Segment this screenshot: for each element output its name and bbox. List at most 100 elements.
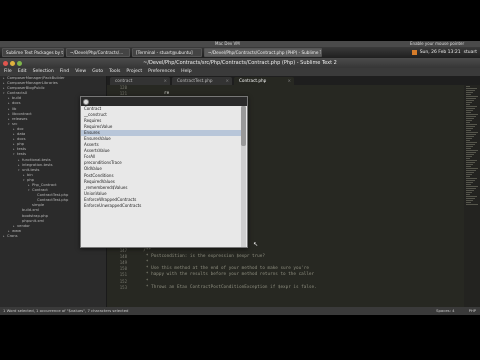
minimap-line <box>466 86 470 87</box>
minimap-line <box>466 174 472 175</box>
menu-file[interactable]: File <box>4 68 12 76</box>
syntax-mode[interactable]: PHP <box>469 307 476 315</box>
sidebar-tree-label: simple <box>32 203 45 208</box>
sidebar-tree-label: doc <box>17 126 24 131</box>
minimap-line <box>466 192 472 193</box>
sidebar-tree-label: vendor <box>17 223 30 228</box>
minimap-line <box>466 188 476 189</box>
minimap-line <box>466 136 474 137</box>
sidebar-tree-label: bootstrap.php <box>22 213 48 218</box>
close-icon[interactable]: × <box>163 77 167 85</box>
sidebar-tree-label: docs <box>12 101 21 106</box>
sidebar-tree-label: integration-tests <box>22 162 53 167</box>
minimap-line <box>466 150 478 151</box>
close-icon[interactable]: × <box>287 77 291 85</box>
sidebar-tree-label: tests <box>17 152 27 157</box>
tab-label: Contract.php <box>239 78 267 83</box>
minimap-line <box>466 202 471 203</box>
sidebar-tree-label: bin <box>27 172 33 177</box>
menu-project[interactable]: Project <box>126 68 142 76</box>
minimap-line <box>466 134 476 135</box>
minimap-line <box>466 190 474 191</box>
sidebar-tree-label: php <box>17 142 25 147</box>
minimap-line <box>466 194 470 195</box>
task-button-sublime[interactable]: ~/Devel/Php/Contracts/Contract.php (PHP)… <box>204 48 322 57</box>
minimap[interactable] <box>464 85 480 307</box>
menu-find[interactable]: Find <box>60 68 69 76</box>
sidebar-tree-label: ComposerBlogPublic <box>7 86 45 91</box>
minimap-line <box>466 98 476 99</box>
tray-icon[interactable] <box>411 50 417 55</box>
sidebar-tree-label: build <box>12 96 22 101</box>
sidebar-tree-label: ContractsX <box>7 91 28 96</box>
minimap-line <box>466 102 472 103</box>
minimap-line <box>466 200 473 201</box>
minimap-line <box>466 110 473 111</box>
minimap-line <box>466 166 471 167</box>
mouse-pointer-icon: ↖ <box>253 241 259 248</box>
minimap-line <box>466 152 476 153</box>
autocomplete-header <box>81 97 247 106</box>
minimap-line <box>466 186 478 187</box>
tab-contract-php[interactable]: Contract.php × <box>234 77 294 85</box>
minimap-line <box>466 94 471 95</box>
menu-goto[interactable]: Goto <box>92 68 103 76</box>
minimap-line <box>466 104 470 105</box>
minimap-line <box>466 168 478 169</box>
line-number: 153 <box>119 284 127 290</box>
tab-contracttest[interactable]: ContractTest.php × <box>172 77 232 85</box>
minimap-line <box>466 140 470 141</box>
menu-selection[interactable]: Selection <box>33 68 54 76</box>
sidebar-tree-label: src <box>12 121 18 126</box>
minimap-line <box>466 148 471 149</box>
user-name[interactable]: stuart <box>464 50 477 55</box>
autocomplete-scrollbar[interactable] <box>241 106 246 247</box>
sidebar-tree-label: tests <box>17 147 27 152</box>
minimap-line <box>466 178 477 179</box>
code-line: * Throws an Etax ContractPostConditionEx… <box>133 284 317 290</box>
tab-contract[interactable]: contract × <box>110 77 170 85</box>
minimap-line <box>466 172 474 173</box>
menu-bar: File Edit Selection Find View Goto Tools… <box>0 68 480 76</box>
taskbar: Sublime Text Packages by t... ~/Devel/Ph… <box>0 47 480 58</box>
window-titlebar: ~/Devel/Php/Contracts/src/Php/Contracts/… <box>0 58 480 68</box>
menu-preferences[interactable]: Preferences <box>148 68 175 76</box>
close-icon[interactable] <box>3 60 8 66</box>
minimap-line <box>466 170 476 171</box>
minimap-line <box>466 122 470 123</box>
task-button-terminal[interactable]: [Terminal - stuart@ubuntu] <box>132 48 202 57</box>
sidebar-tree-label: releases <box>12 116 28 121</box>
minimap-line <box>466 160 477 161</box>
minimap-line <box>466 162 475 163</box>
scrollbar-thumb[interactable] <box>241 106 246 146</box>
sidebar-tree-label: phpunit.xml <box>22 218 45 223</box>
clock[interactable]: Sun, 26 Feb 13:21 <box>420 50 461 55</box>
menu-tools[interactable]: Tools <box>109 68 120 76</box>
minimap-line <box>466 124 477 125</box>
sidebar-tree-label: Crons <box>7 233 18 238</box>
system-tray: Sun, 26 Feb 13:21 stuart <box>411 50 480 55</box>
autocomplete-item[interactable]: EnforceUnwrappedContracts <box>81 203 241 209</box>
indent-setting[interactable]: Spaces: 4 <box>436 307 454 315</box>
close-icon[interactable]: × <box>225 77 229 85</box>
sidebar-tree-label: ContractTest.php <box>37 198 69 203</box>
task-button-files[interactable]: ~/Devel/Php/Contracts/... <box>66 48 130 57</box>
tab-bar: contract × ContractTest.php × Contract.php… <box>107 76 480 85</box>
sidebar-tree-label: docs <box>17 137 26 142</box>
sidebar-tree-label: Contract <box>32 188 48 193</box>
minimap-line <box>466 120 472 121</box>
menu-edit[interactable]: Edit <box>18 68 27 76</box>
minimap-line <box>466 142 477 143</box>
task-button-sublime-packages[interactable]: Sublime Text Packages by t... <box>2 48 64 57</box>
minimap-line <box>466 118 474 119</box>
minimap-line <box>466 146 473 147</box>
minimap-line <box>466 128 473 129</box>
maximize-icon[interactable] <box>17 60 22 66</box>
minimize-icon[interactable] <box>10 60 15 66</box>
minimap-line <box>466 100 474 101</box>
sidebar-tree-label: www <box>12 228 22 233</box>
menu-view[interactable]: View <box>75 68 86 76</box>
autocomplete-list: Contract __construct Requires RequiresValue… <box>81 106 241 209</box>
minimap-line <box>466 138 472 139</box>
menu-help[interactable]: Help <box>181 68 191 76</box>
